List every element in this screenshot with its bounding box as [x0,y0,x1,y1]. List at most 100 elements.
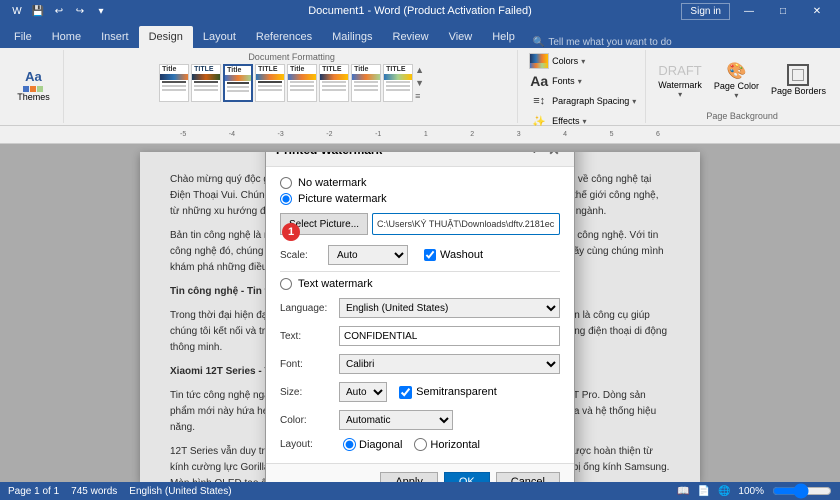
theme-item-2[interactable]: TITLE [191,64,221,102]
para-spacing-dropdown: ▾ [632,97,636,106]
step-1-badge: 1 [282,223,300,241]
horizontal-label: Horizontal [430,439,480,451]
tab-review[interactable]: Review [383,26,439,48]
colors-button[interactable]: Colors ▾ [526,52,588,70]
theme-item-7[interactable]: Title [351,64,381,102]
horizontal-option[interactable]: Horizontal [414,438,480,451]
dialog-overlay: Printed Watermark ? ✕ No watermark [140,152,700,482]
tab-insert[interactable]: Insert [91,26,139,48]
save-btn[interactable]: 💾 [29,2,47,20]
themes-items: Aa Themes [13,52,54,119]
size-row: Size: Auto Semitransparent [280,382,560,402]
redo-btn[interactable]: ↪ [71,2,89,20]
layout-row: Layout: Diagonal Horizontal [280,438,560,451]
dialog-close-button[interactable]: ✕ [544,152,564,160]
ruler-marks: -5-4-3-2-1 123456 [160,131,680,138]
picture-watermark-option[interactable]: Picture watermark [280,193,560,205]
text-row: Text: [280,326,560,346]
signin-button[interactable]: Sign in [681,3,730,20]
undo-btn[interactable]: ↩ [50,2,68,20]
watermark-button[interactable]: DRAFT Watermark ▾ [654,53,706,109]
text-watermark-fields: Language: English (United States) Text: … [280,296,560,453]
tab-design[interactable]: Design [139,26,193,48]
text-input[interactable] [339,326,560,346]
diagonal-option[interactable]: Diagonal [343,438,402,451]
ribbon-group-themes: Aa Themes [4,50,64,123]
page-color-dropdown: ▾ [734,91,738,100]
apply-button[interactable]: Apply [380,472,438,482]
ribbon: Aa Themes Document Formatting Title [0,48,840,126]
picture-watermark-label: Picture watermark [298,193,387,205]
doc-formatting-title: Document Formatting [248,52,335,62]
theme-item-3[interactable]: Title [223,64,253,102]
language-select[interactable]: English (United States) [339,298,560,318]
no-watermark-radio[interactable] [280,177,292,189]
theme-scroll-up[interactable]: ▲ [415,65,424,75]
scale-select[interactable]: Auto [328,245,408,265]
dialog-body: No watermark Picture watermark Select Pi… [266,167,574,463]
ok-button[interactable]: OK [444,472,490,482]
theme-item-1[interactable]: Title [159,64,189,102]
font-select[interactable]: Calibri [339,354,560,374]
theme-item-5[interactable]: Title [287,64,317,102]
tab-mailings[interactable]: Mailings [322,26,382,48]
minimize-button[interactable]: — [734,0,764,22]
picture-watermark-radio[interactable] [280,193,292,205]
view-mode-print[interactable]: 📄 [698,486,710,497]
diagonal-radio[interactable] [343,438,356,451]
tab-layout[interactable]: Layout [193,26,246,48]
section-divider-1 [280,271,560,272]
file-path-section: Select Picture... 1 [280,213,560,235]
tell-me-box[interactable]: 🔍 Tell me what you want to do [533,37,672,48]
view-mode-web[interactable]: 🌐 [718,486,730,497]
page-count: Page 1 of 1 [8,486,59,497]
tab-view[interactable]: View [439,26,483,48]
maximize-button[interactable]: □ [768,0,798,22]
theme-item-4[interactable]: TITLE [255,64,285,102]
tab-references[interactable]: References [246,26,322,48]
font-row: Font: Calibri [280,354,560,374]
tab-help[interactable]: Help [482,26,525,48]
semitransparent-label: Semitransparent [416,386,497,398]
semitransparent-row: Semitransparent [399,386,497,399]
theme-item-8[interactable]: TITLE [383,64,413,102]
diagonal-label: Diagonal [359,439,402,451]
status-bar: Page 1 of 1 745 words English (United St… [0,482,840,500]
theme-scroll-down[interactable]: ▼ [415,78,424,88]
status-left: Page 1 of 1 745 words English (United St… [8,486,232,497]
theme-item-6[interactable]: TITLE [319,64,349,102]
fonts-icon: Aa [529,74,549,88]
size-select[interactable]: Auto [339,382,387,402]
dialog-help[interactable]: ? [531,152,538,156]
semitransparent-checkbox[interactable] [399,386,412,399]
tab-home[interactable]: Home [42,26,91,48]
text-watermark-option[interactable]: Text watermark [280,278,560,290]
tab-file[interactable]: File [4,26,42,48]
fonts-label: Fonts [552,76,575,86]
document-page: Chào mừng quý độc giả đến với 'Tin tức c… [140,152,700,482]
page-color-icon: 🎨 [726,61,746,81]
close-button[interactable]: ✕ [802,0,832,22]
page-color-button[interactable]: 🎨 Page Color ▾ [710,53,763,109]
cancel-button[interactable]: Cancel [496,472,560,482]
ribbon-tabs: File Home Insert Design Layout Reference… [0,22,840,48]
text-watermark-label: Text watermark [298,278,373,290]
fonts-button[interactable]: Aa Fonts ▾ [526,72,585,90]
page-borders-button[interactable]: Page Borders [767,53,830,109]
layout-options: Diagonal Horizontal [343,438,480,451]
file-path-input[interactable] [372,213,560,235]
customize-btn[interactable]: ▾ [92,2,110,20]
no-watermark-option[interactable]: No watermark [280,177,560,189]
theme-scroll-arrows: ▲ ▼ ≡ [415,64,424,102]
effects-label: Effects [552,116,579,126]
washout-checkbox[interactable] [424,249,436,261]
ribbon-group-doc-formatting: Document Formatting Title TITLE Title [66,50,518,123]
color-select[interactable]: Automatic [339,410,453,430]
zoom-slider[interactable] [772,483,832,499]
horizontal-radio[interactable] [414,438,427,451]
view-mode-read[interactable]: 📖 [677,486,689,497]
themes-button[interactable]: Aa Themes [13,58,54,114]
theme-more[interactable]: ≡ [415,91,424,101]
para-spacing-button[interactable]: ≡↕ Paragraph Spacing ▾ [526,92,639,110]
text-watermark-radio[interactable] [280,278,292,290]
